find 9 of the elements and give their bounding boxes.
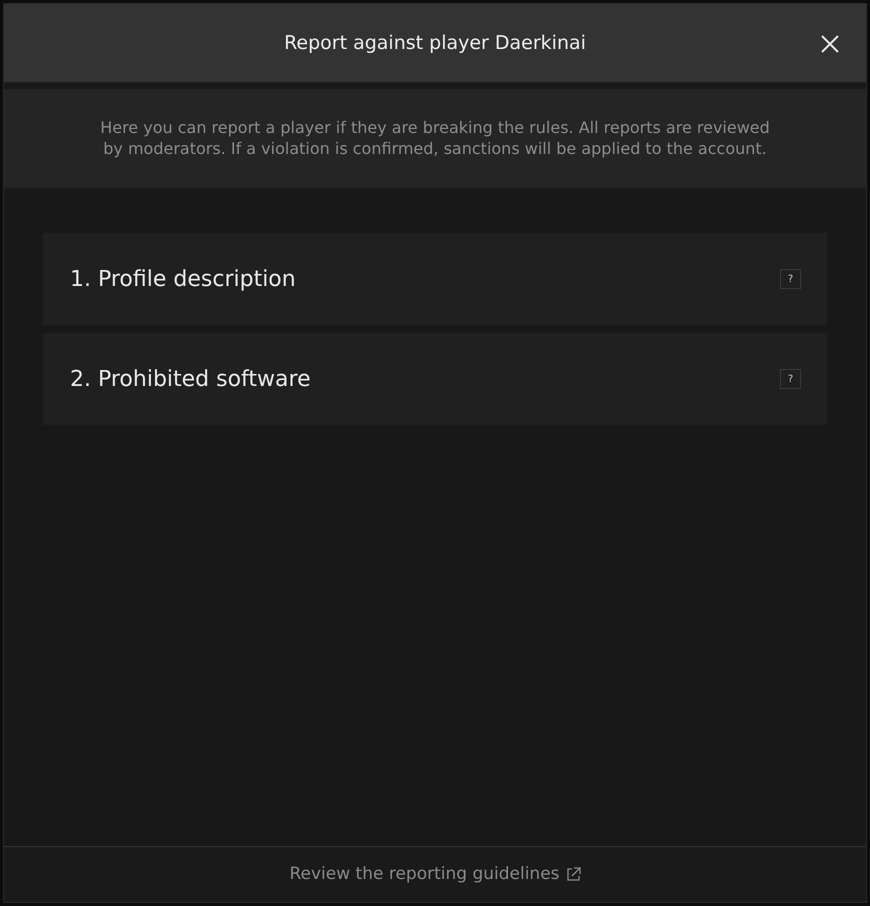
help-badge[interactable]: ? (780, 269, 801, 289)
close-icon (820, 34, 840, 54)
dialog-title: Report against player Daerkinai (284, 30, 586, 56)
category-item[interactable]: 1. Profile description ? (43, 233, 827, 325)
category-item[interactable]: 2. Prohibited software ? (43, 333, 827, 425)
guidelines-link[interactable]: Review the reporting guidelines (289, 862, 581, 888)
help-badge[interactable]: ? (780, 369, 801, 389)
external-link-icon (566, 867, 581, 882)
description-text: Here you can report a player if they are breaking the rules. All reports are reviewed by moderators. If a violation is confirmed, sanctions will be applied to the account. (99, 117, 771, 159)
